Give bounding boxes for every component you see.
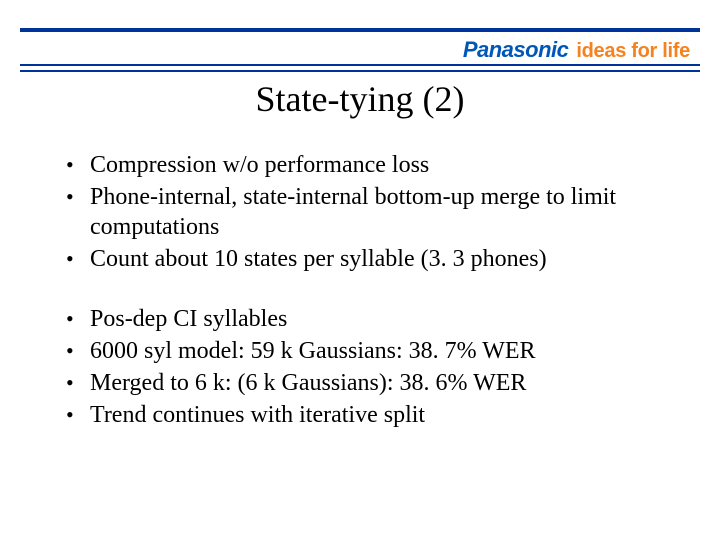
brand-name: Panasonic	[463, 37, 569, 63]
bullet-group-2: Pos-dep CI syllables 6000 syl model: 59 …	[62, 304, 680, 430]
bullet-group-1: Compression w/o performance loss Phone-i…	[62, 150, 680, 274]
bullet-item: Compression w/o performance loss	[62, 150, 680, 180]
brand-logo: Panasonic ideas for life	[463, 37, 690, 63]
bullet-item: Merged to 6 k: (6 k Gaussians): 38. 6% W…	[62, 368, 680, 398]
header-rule-mid	[20, 64, 700, 66]
slide: Panasonic ideas for life State-tying (2)…	[0, 0, 720, 540]
spacer	[62, 276, 680, 304]
header-rule-top	[20, 28, 700, 32]
bullet-item: Count about 10 states per syllable (3. 3…	[62, 244, 680, 274]
bullet-item: 6000 syl model: 59 k Gaussians: 38. 7% W…	[62, 336, 680, 366]
bullet-item: Pos-dep CI syllables	[62, 304, 680, 334]
slide-title: State-tying (2)	[0, 78, 720, 120]
bullet-item: Trend continues with iterative split	[62, 400, 680, 430]
slide-content: Compression w/o performance loss Phone-i…	[62, 150, 680, 432]
brand-tagline: ideas for life	[576, 40, 690, 63]
bullet-item: Phone-internal, state-internal bottom-up…	[62, 182, 680, 242]
header-rule-bottom	[20, 70, 700, 72]
